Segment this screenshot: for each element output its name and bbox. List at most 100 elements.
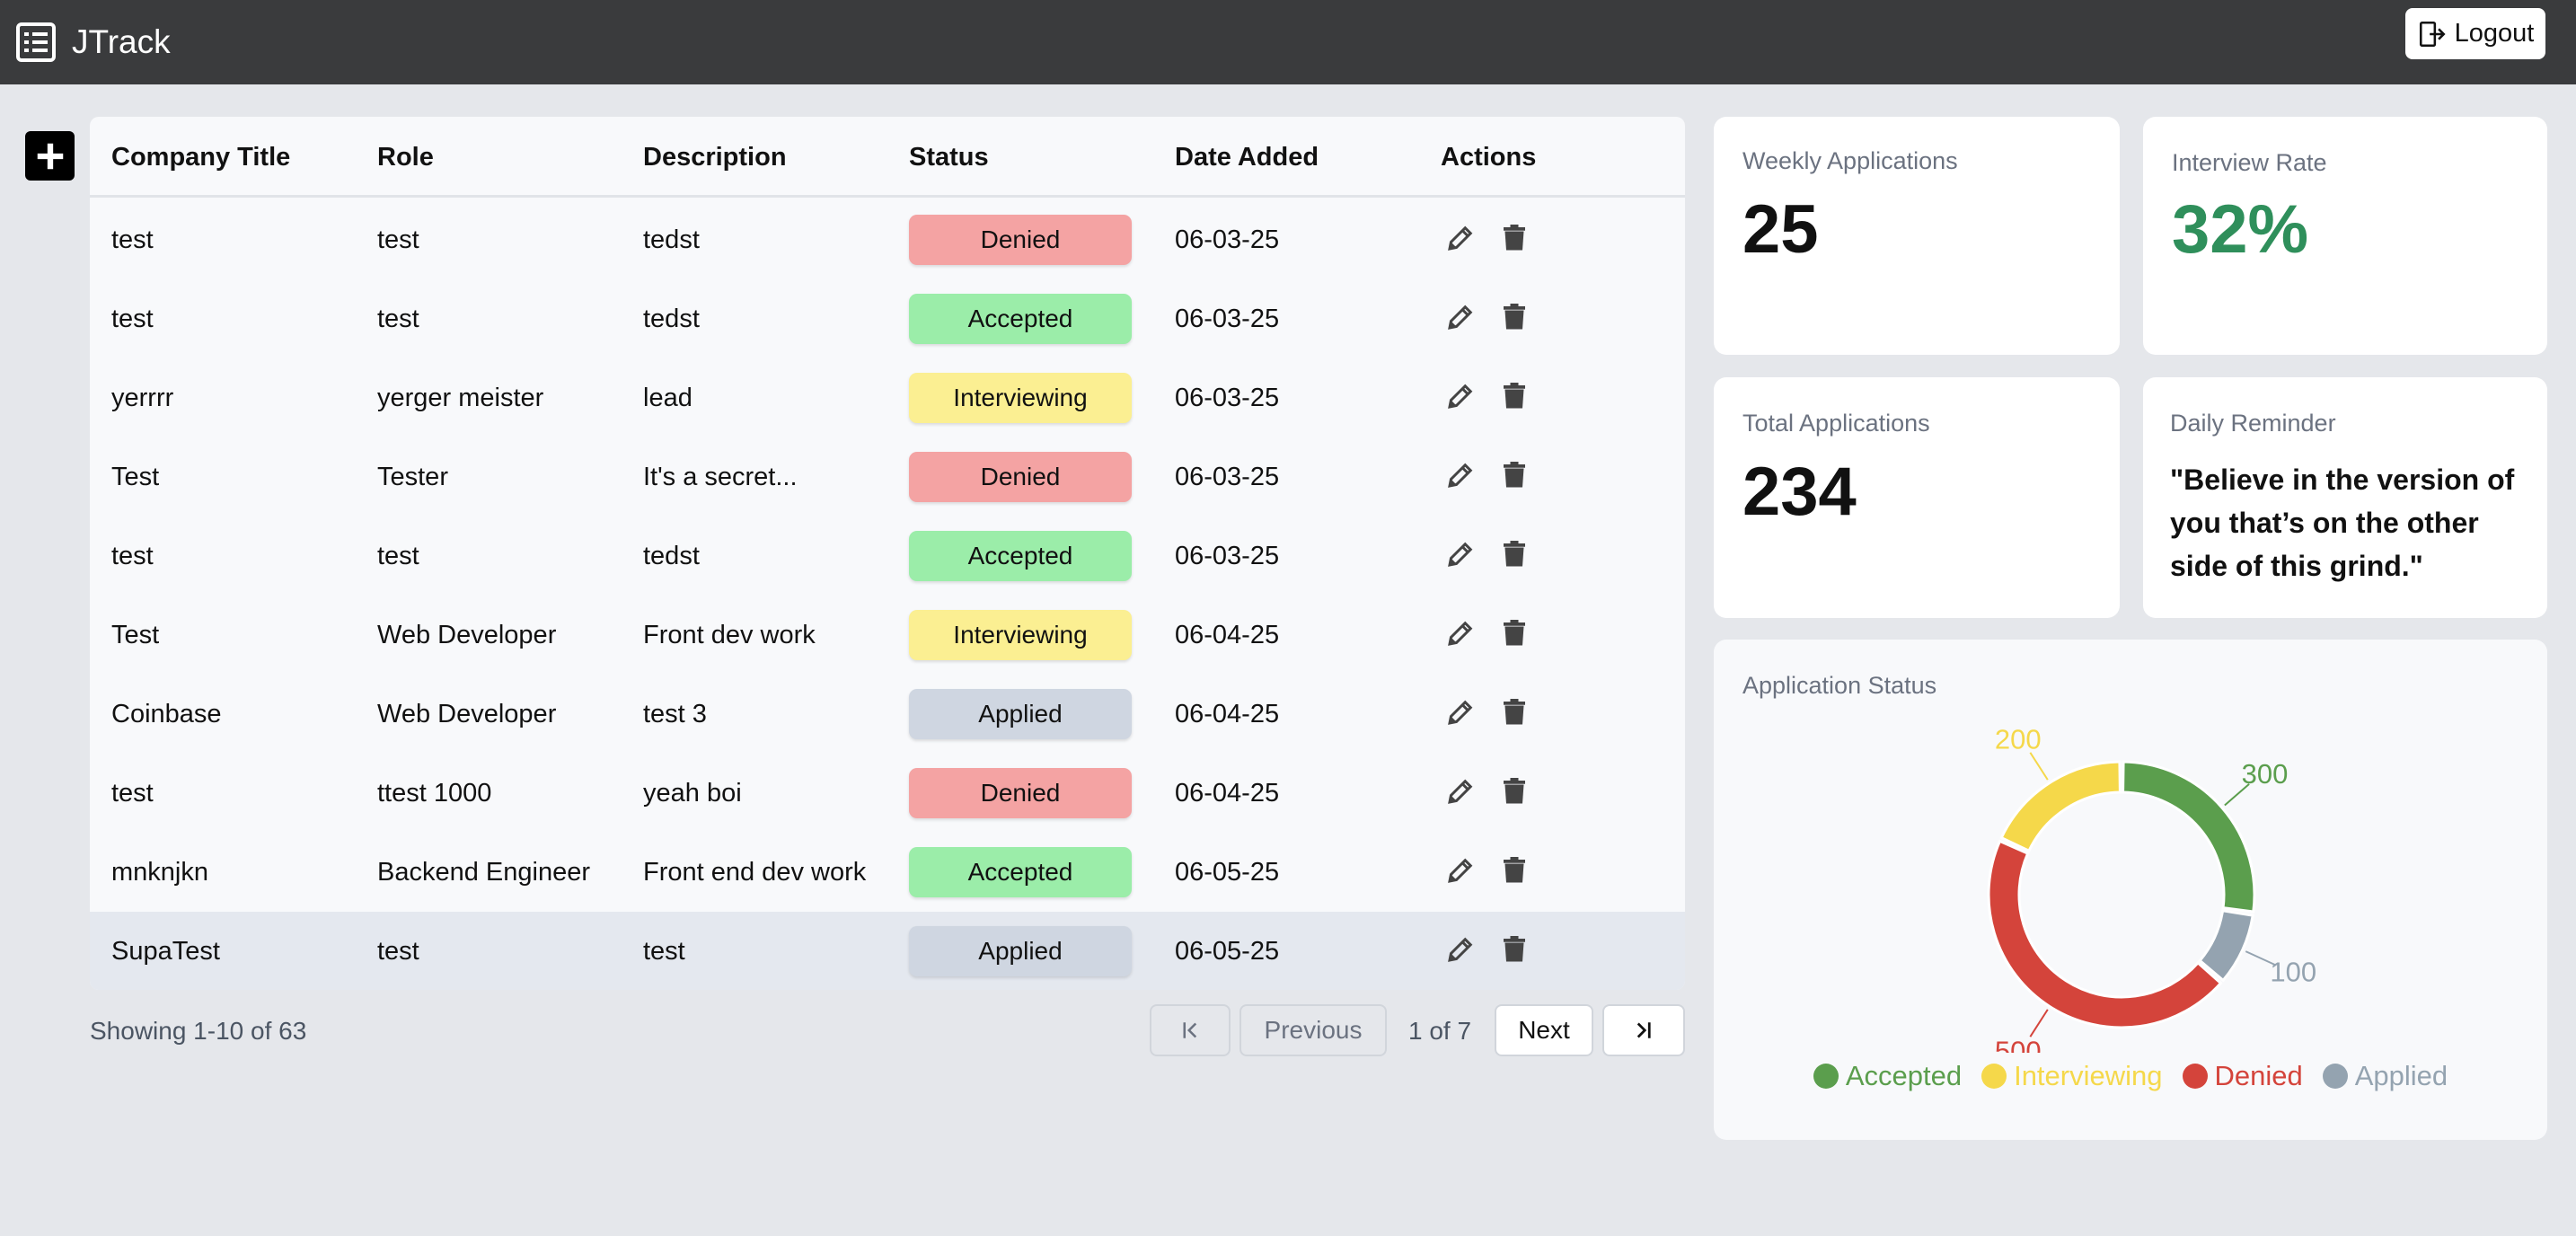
edit-icon[interactable] <box>1441 851 1480 890</box>
status-badge[interactable]: Accepted <box>909 847 1132 897</box>
table-row[interactable]: mnknjkn Backend Engineer Front end dev wor… <box>90 833 1685 912</box>
edit-icon[interactable] <box>1441 772 1480 811</box>
description-cell: tedst <box>643 305 700 333</box>
column-header-date[interactable]: Date Added <box>1175 117 1319 198</box>
legend-label: Accepted <box>1845 1060 1963 1091</box>
delete-icon[interactable] <box>1495 772 1534 811</box>
table-row[interactable]: yerrrr yerger meister lead Interviewing 06-0… <box>90 358 1685 437</box>
delete-icon[interactable] <box>1495 614 1534 653</box>
plus-icon <box>37 143 63 169</box>
status-badge[interactable]: Interviewing <box>909 610 1132 660</box>
edit-icon[interactable] <box>1441 218 1480 258</box>
role-cell: test <box>377 305 419 333</box>
chart-data-label: 300 <box>2242 758 2289 790</box>
chart-slice-denied[interactable] <box>1987 839 2223 1029</box>
company-cell: test <box>111 542 154 570</box>
description-cell: tedst <box>643 225 700 254</box>
delete-icon[interactable] <box>1495 930 1534 969</box>
logout-label: Logout <box>2454 19 2535 48</box>
edit-icon[interactable] <box>1441 614 1480 653</box>
next-button[interactable]: Next <box>1495 1004 1593 1056</box>
role-cell: Web Developer <box>377 700 557 728</box>
brand[interactable]: JTrack <box>16 16 171 68</box>
company-cell: Coinbase <box>111 700 222 728</box>
edit-icon[interactable] <box>1441 534 1480 574</box>
weekly-applications-card: Weekly Applications 25 <box>1714 117 2120 355</box>
status-badge[interactable]: Denied <box>909 215 1132 265</box>
list-icon <box>16 22 56 62</box>
company-cell: Test <box>111 463 160 491</box>
legend-label: Interviewing <box>2014 1060 2163 1091</box>
delete-icon[interactable] <box>1495 218 1534 258</box>
table-row[interactable]: test test tedst Denied 06-03-25 <box>90 200 1685 279</box>
table-row[interactable]: Coinbase Web Developer test 3 Applied 06-04-… <box>90 675 1685 754</box>
role-cell: test <box>377 937 419 966</box>
column-header-actions: Actions <box>1441 143 1537 172</box>
edit-icon[interactable] <box>1441 693 1480 732</box>
company-cell: SupaTest <box>111 937 220 966</box>
date-cell: 06-04-25 <box>1175 700 1280 728</box>
legend-dot <box>1981 1064 2007 1089</box>
chart-slice-accepted[interactable] <box>2122 760 2256 914</box>
daily-reminder-label: Daily Reminder <box>2170 410 2336 437</box>
status-badge[interactable]: Denied <box>909 768 1132 818</box>
edit-icon[interactable] <box>1441 376 1480 416</box>
edit-icon[interactable] <box>1441 455 1480 495</box>
chart-data-label: 500 <box>1995 1035 2042 1053</box>
last-page-icon <box>1636 1022 1651 1038</box>
delete-icon[interactable] <box>1495 693 1534 732</box>
first-page-icon <box>1183 1022 1197 1038</box>
role-cell: Web Developer <box>377 621 557 649</box>
add-application-button[interactable] <box>25 131 75 181</box>
table-row[interactable]: test test tedst Accepted 06-03-25 <box>90 279 1685 358</box>
app-name: JTrack <box>72 23 171 60</box>
logout-button[interactable]: Logout <box>2405 8 2545 59</box>
table-row[interactable]: Test Tester It's a secret... Denied 06-03-25 <box>90 437 1685 516</box>
application-status-donut-chart: 300 100 500 200 <box>1987 724 2316 1053</box>
legend-item-applied[interactable]: Applied <box>2322 1060 2448 1092</box>
status-badge[interactable]: Applied <box>909 689 1132 739</box>
delete-icon[interactable] <box>1495 455 1534 495</box>
legend-item-accepted[interactable]: Accepted <box>1813 1060 1962 1092</box>
status-badge[interactable]: Denied <box>909 452 1132 502</box>
delete-icon[interactable] <box>1495 851 1534 890</box>
company-cell: Test <box>111 621 160 649</box>
chart-slice-interviewing[interactable] <box>1999 760 2122 853</box>
last-page-button[interactable] <box>1602 1004 1685 1056</box>
delete-icon[interactable] <box>1495 534 1534 574</box>
delete-icon[interactable] <box>1495 376 1534 416</box>
chart-data-label: 200 <box>1995 724 2042 755</box>
delete-icon[interactable] <box>1495 297 1534 337</box>
column-header-company[interactable]: Company Title <box>111 117 290 198</box>
previous-button[interactable]: Previous <box>1239 1004 1387 1056</box>
table-row[interactable]: Test Web Developer Front dev work Interview… <box>90 596 1685 675</box>
column-header-description[interactable]: Description <box>643 117 787 198</box>
date-cell: 06-05-25 <box>1175 937 1280 966</box>
description-cell: Front end dev work <box>643 858 867 887</box>
edit-icon[interactable] <box>1441 297 1480 337</box>
column-header-status[interactable]: Status <box>909 117 989 198</box>
date-cell: 06-03-25 <box>1175 225 1280 254</box>
daily-reminder-quote: "Believe in the version of you that’s on… <box>2170 464 2515 582</box>
company-cell: test <box>111 779 154 808</box>
legend-item-denied[interactable]: Denied <box>2182 1060 2303 1092</box>
interview-rate-card: Interview Rate 32% <box>2143 117 2547 355</box>
weekly-applications-label: Weekly Applications <box>1742 147 1958 174</box>
description-cell: lead <box>643 384 693 412</box>
table-row[interactable]: test test tedst Accepted 06-03-25 <box>90 516 1685 596</box>
status-badge[interactable]: Applied <box>909 926 1132 976</box>
date-cell: 06-03-25 <box>1175 463 1280 491</box>
description-cell: tedst <box>643 542 700 570</box>
edit-icon[interactable] <box>1441 930 1480 969</box>
first-page-button[interactable] <box>1150 1004 1231 1056</box>
status-badge[interactable]: Accepted <box>909 531 1132 581</box>
status-badge[interactable]: Accepted <box>909 294 1132 344</box>
status-badge[interactable]: Interviewing <box>909 373 1132 423</box>
table-row[interactable]: test ttest 1000 yeah boi Denied 06-04-25 <box>90 754 1685 833</box>
interview-rate-label: Interview Rate <box>2172 149 2327 176</box>
legend-label: Applied <box>2354 1060 2448 1091</box>
legend-item-interviewing[interactable]: Interviewing <box>1981 1060 2163 1092</box>
column-header-role[interactable]: Role <box>377 117 434 198</box>
table-header: Company Title Role Description Status Da… <box>90 117 1685 198</box>
table-row[interactable]: SupaTest test test Applied 06-05-25 <box>90 912 1685 990</box>
